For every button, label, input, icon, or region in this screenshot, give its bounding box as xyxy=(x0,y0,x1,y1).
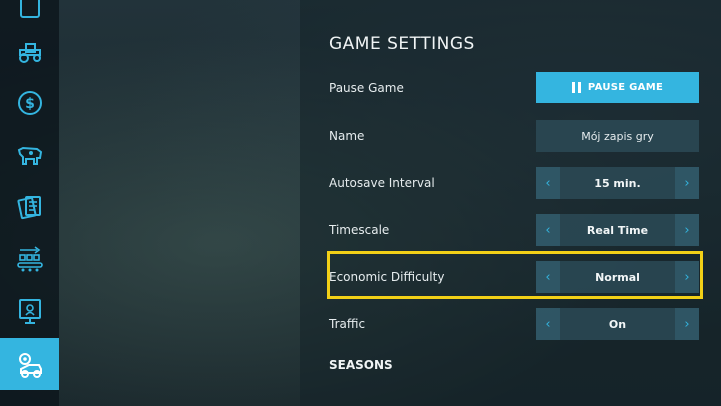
settings-panel xyxy=(300,0,721,406)
autosave-prev-button[interactable]: ‹ xyxy=(536,167,560,199)
map-icon xyxy=(19,0,40,18)
chevron-left-icon: ‹ xyxy=(545,316,551,332)
production-icon xyxy=(16,246,43,272)
pause-game-label: Pause Game xyxy=(329,81,404,95)
contracts-icon xyxy=(16,196,41,220)
help-icon xyxy=(18,299,41,324)
traffic-label: Traffic xyxy=(329,317,366,331)
traffic-prev-button[interactable]: ‹ xyxy=(536,308,560,340)
autosave-interval-label: Autosave Interval xyxy=(329,176,435,190)
chevron-right-icon: › xyxy=(684,222,690,238)
chevron-right-icon: › xyxy=(684,175,690,191)
sidebar: $ xyxy=(0,0,59,406)
timescale-value: Real Time xyxy=(586,223,649,237)
traffic-next-button[interactable]: › xyxy=(675,308,699,340)
sidebar-item-contracts[interactable] xyxy=(0,181,59,233)
name-label: Name xyxy=(329,129,365,143)
pause-game-button-label: PAUSE GAME xyxy=(587,82,664,93)
sidebar-item-animals[interactable] xyxy=(0,129,59,181)
savegame-name-input[interactable]: Mój zapis gry xyxy=(536,120,699,152)
chevron-left-icon: ‹ xyxy=(545,175,551,191)
timescale-next-button[interactable]: › xyxy=(675,214,699,246)
chevron-right-icon: › xyxy=(684,316,690,332)
pause-game-button[interactable]: PAUSE GAME xyxy=(536,72,699,103)
autosave-next-button[interactable]: › xyxy=(675,167,699,199)
settings-icon xyxy=(18,353,42,378)
traffic-value: On xyxy=(608,317,627,331)
svg-text:$: $ xyxy=(25,96,35,112)
sidebar-item-help[interactable] xyxy=(0,285,59,337)
timescale-prev-button[interactable]: ‹ xyxy=(536,214,560,246)
cow-icon xyxy=(17,146,42,165)
traffic-selector: ‹ On › xyxy=(536,308,699,340)
sidebar-item-production[interactable] xyxy=(0,233,59,285)
pause-icon xyxy=(571,82,581,93)
dollar-icon: $ xyxy=(17,91,42,115)
section-title-seasons: SEASONS xyxy=(329,358,393,372)
sidebar-item-vehicles[interactable] xyxy=(0,25,59,77)
tractor-icon xyxy=(18,43,41,63)
timescale-label: Timescale xyxy=(329,223,390,237)
timescale-selector: ‹ Real Time › xyxy=(536,214,699,246)
sidebar-item-settings[interactable] xyxy=(0,338,59,390)
autosave-interval-selector: ‹ 15 min. › xyxy=(536,167,699,199)
highlight-box xyxy=(327,251,703,299)
chevron-left-icon: ‹ xyxy=(545,222,551,238)
page-title: GAME SETTINGS xyxy=(329,34,475,54)
autosave-interval-value: 15 min. xyxy=(594,176,641,190)
sidebar-item-finances[interactable]: $ xyxy=(0,77,59,129)
